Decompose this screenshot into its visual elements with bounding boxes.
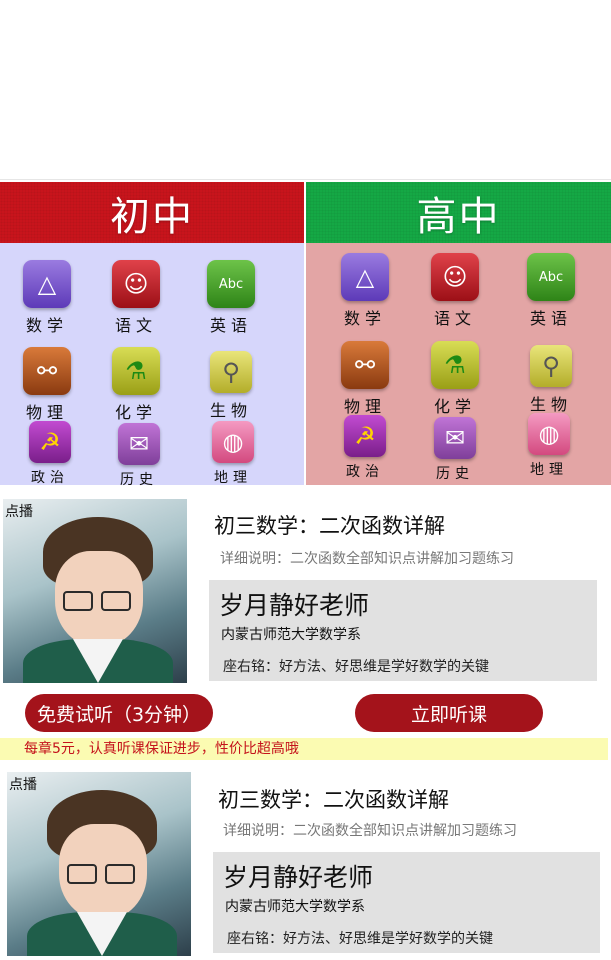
- listen-now-button[interactable]: 立即听课: [355, 694, 543, 732]
- teacher-school: 内蒙古师范大学数学系: [225, 899, 365, 915]
- subject-label: 历史: [436, 466, 474, 482]
- subject-label: 化学: [114, 403, 157, 422]
- subject-label: 物理: [343, 397, 386, 416]
- subject-math[interactable]: △ 数学: [12, 260, 82, 336]
- abc-book-icon: Abc: [527, 253, 575, 301]
- teacher-motto: 座右铭：好方法、好思维是学好数学的关键: [223, 659, 489, 675]
- course-description: 详细说明：二次函数全部知识点讲解加习题练习: [220, 551, 514, 567]
- subject-history[interactable]: ✉ 历史: [104, 423, 174, 489]
- subject-chinese[interactable]: ☺ 语文: [420, 253, 490, 329]
- subject-chemistry[interactable]: ⚗ 化学: [420, 341, 490, 417]
- teacher-thumbnail[interactable]: 点播: [7, 772, 191, 956]
- subject-chemistry[interactable]: ⚗ 化学: [101, 347, 171, 423]
- scroll-icon: ✉: [118, 423, 160, 465]
- scroll-icon: ✉: [434, 417, 476, 459]
- subject-english[interactable]: Abc 英语: [516, 253, 586, 329]
- course-description: 详细说明：二次函数全部知识点讲解加习题练习: [223, 823, 517, 839]
- subject-label: 英语: [209, 316, 252, 335]
- vod-tag: 点播: [5, 504, 33, 520]
- course-card: 点播 初三数学：二次函数详解 详细说明：二次函数全部知识点讲解加习题练习 岁月静…: [0, 496, 611, 736]
- subject-physics[interactable]: ⚯ 物理: [330, 341, 400, 417]
- teacher-name: 岁月静好老师: [223, 863, 374, 892]
- test-tube-icon: ⚗: [431, 341, 479, 389]
- teacher-thumbnail[interactable]: 点播: [3, 499, 187, 683]
- subject-biology[interactable]: ⚲ 生物: [516, 345, 586, 415]
- subject-politics[interactable]: ☭ 政治: [330, 415, 400, 481]
- globe-icon: ◍: [212, 421, 254, 463]
- abc-book-icon: Abc: [207, 260, 255, 308]
- vod-tag: 点播: [9, 777, 37, 793]
- microscope-icon: ⚲: [530, 345, 572, 387]
- hammer-sickle-icon: ☭: [29, 421, 71, 463]
- subject-label: 生物: [209, 401, 252, 420]
- subject-label: 物理: [25, 403, 68, 422]
- subject-label: 政治: [31, 470, 69, 486]
- subject-label: 生物: [529, 395, 572, 414]
- teacher-info-box: 岁月静好老师 内蒙古师范大学数学系 座右铭：好方法、好思维是学好数学的关键: [209, 580, 597, 681]
- senior-subject-panel: △ 数学 ☺ 语文 Abc 英语 ⚯ 物理 ⚗ 化学 ⚲ 生物 ☭ 政治 ✉ 历…: [306, 243, 611, 485]
- subject-label: 历史: [120, 472, 158, 488]
- subject-label: 语文: [433, 309, 476, 328]
- junior-subject-panel: △ 数学 ☺ 语文 Abc 英语 ⚯ 物理 ⚗ 化学 ⚲ 生物 ☭ 政治 ✉ 历…: [0, 243, 304, 488]
- subject-label: 化学: [433, 397, 476, 416]
- subject-math[interactable]: △ 数学: [330, 253, 400, 329]
- subject-english[interactable]: Abc 英语: [196, 260, 266, 336]
- test-tube-icon: ⚗: [112, 347, 160, 395]
- teacher-school: 内蒙古师范大学数学系: [221, 627, 361, 643]
- course-card: 点播 初三数学：二次函数详解 详细说明：二次函数全部知识点讲解加习题练习 岁月静…: [0, 768, 611, 960]
- course-title: 初三数学：二次函数详解: [218, 788, 449, 812]
- subject-biology[interactable]: ⚲ 生物: [196, 351, 266, 421]
- subject-label: 英语: [529, 309, 572, 328]
- globe-icon: ◍: [528, 413, 570, 455]
- newtons-cradle-icon: ⚯: [23, 347, 71, 395]
- senior-high-tab[interactable]: 高中: [306, 182, 611, 243]
- teacher-name: 岁月静好老师: [219, 591, 370, 620]
- newtons-cradle-icon: ⚯: [341, 341, 389, 389]
- subject-geography[interactable]: ◍ 地理: [514, 413, 584, 479]
- free-trial-button[interactable]: 免费试听（3分钟）: [25, 694, 213, 732]
- subject-label: 数学: [25, 316, 68, 335]
- subject-label: 地理: [214, 470, 252, 486]
- subject-geography[interactable]: ◍ 地理: [198, 421, 268, 487]
- subject-physics[interactable]: ⚯ 物理: [12, 347, 82, 423]
- teacher-motto: 座右铭：好方法、好思维是学好数学的关键: [227, 931, 493, 947]
- subject-label: 地理: [530, 462, 568, 478]
- geometry-ruler-icon: △: [341, 253, 389, 301]
- luxun-portrait-icon: ☺: [112, 260, 160, 308]
- luxun-portrait-icon: ☺: [431, 253, 479, 301]
- subject-label: 数学: [343, 309, 386, 328]
- junior-high-tab[interactable]: 初中: [0, 182, 304, 243]
- geometry-ruler-icon: △: [23, 260, 71, 308]
- top-banner: [0, 0, 611, 180]
- hammer-sickle-icon: ☭: [344, 415, 386, 457]
- subject-label: 政治: [346, 464, 384, 480]
- course-title: 初三数学：二次函数详解: [214, 514, 445, 538]
- teacher-info-box: 岁月静好老师 内蒙古师范大学数学系 座右铭：好方法、好思维是学好数学的关键: [213, 852, 600, 953]
- subject-label: 语文: [114, 316, 157, 335]
- subject-politics[interactable]: ☭ 政治: [15, 421, 85, 487]
- microscope-icon: ⚲: [210, 351, 252, 393]
- price-note: 每章5元，认真听课保证进步，性价比超高哦: [0, 738, 608, 760]
- subject-chinese[interactable]: ☺ 语文: [101, 260, 171, 336]
- subject-history[interactable]: ✉ 历史: [420, 417, 490, 483]
